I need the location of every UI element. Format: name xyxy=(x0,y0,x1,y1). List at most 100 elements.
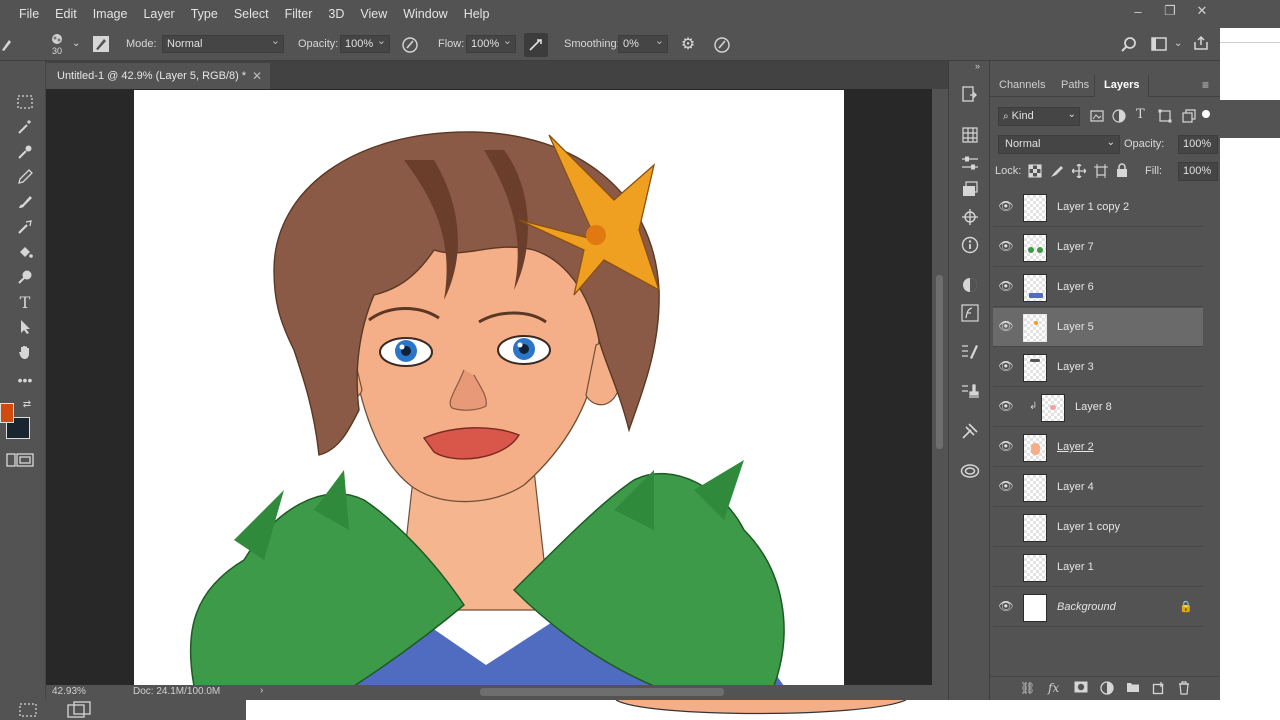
eye-icon[interactable]: 👁 xyxy=(998,439,1013,453)
layer-row-selected[interactable]: 👁 Layer 5 xyxy=(993,308,1203,347)
chevron-down-icon[interactable]: ⌄ xyxy=(1174,38,1182,49)
tool-presets-icon[interactable] xyxy=(960,421,980,441)
trash-icon[interactable] xyxy=(1178,681,1190,698)
artboard-icon[interactable] xyxy=(66,701,92,719)
airbrush-icon[interactable] xyxy=(524,33,548,57)
opacity-field[interactable]: 100% xyxy=(340,33,390,53)
menu-image[interactable]: Image xyxy=(85,0,136,28)
menu-type[interactable]: Type xyxy=(183,0,226,28)
layer-row[interactable]: 👁 Layer 1 copy 2 xyxy=(993,188,1203,227)
document-tab[interactable]: Untitled-1 @ 42.9% (Layer 5, RGB/8) * ✕ xyxy=(46,63,270,89)
link-icon[interactable]: ⛓ xyxy=(1020,681,1035,695)
menu-help[interactable]: Help xyxy=(456,0,498,28)
status-arrow-icon[interactable]: › xyxy=(260,685,263,696)
path-selection-icon[interactable] xyxy=(14,316,36,338)
layer-name[interactable]: Layer 1 copy 2 xyxy=(1057,201,1129,213)
mode-select[interactable]: Normal xyxy=(162,33,284,53)
blend-mode-select[interactable]: Normal ⌄ xyxy=(998,135,1120,154)
layer-name[interactable]: Layer 6 xyxy=(1057,281,1094,293)
adjustments-sliders-icon[interactable] xyxy=(960,153,980,173)
eye-icon[interactable]: 👁 xyxy=(998,359,1013,373)
lock-all-icon[interactable] xyxy=(1116,163,1130,177)
filter-shape-icon[interactable] xyxy=(1158,109,1172,123)
layer-name[interactable]: Background xyxy=(1057,601,1116,613)
eye-off-slot[interactable] xyxy=(999,520,1013,532)
lock-artboard-icon[interactable] xyxy=(1094,164,1108,178)
layer-row[interactable]: 👁 Background 🔒 xyxy=(993,588,1203,627)
brush-settings-panel-icon[interactable] xyxy=(960,341,980,361)
screen-mode-icon[interactable] xyxy=(14,449,36,471)
eye-icon[interactable]: 👁 xyxy=(998,279,1013,293)
filter-type-icon[interactable]: T xyxy=(1136,107,1145,122)
layer-row[interactable]: 👁 Layer 4 xyxy=(993,468,1203,507)
adjustment-icon[interactable] xyxy=(1100,681,1114,698)
fill-field[interactable]: 100% xyxy=(1178,162,1218,181)
close-window-button[interactable]: ✕ xyxy=(1186,0,1218,22)
eye-icon[interactable]: 👁 xyxy=(998,319,1013,333)
horizontal-scroll-thumb[interactable] xyxy=(480,688,724,696)
menu-view[interactable]: View xyxy=(352,0,395,28)
canvas-document[interactable] xyxy=(134,90,844,685)
libraries-icon[interactable] xyxy=(960,179,980,199)
layer-row[interactable]: 👁 Layer 7 xyxy=(993,228,1203,267)
minimize-button[interactable]: – xyxy=(1122,0,1154,22)
new-layer-icon[interactable] xyxy=(1152,681,1166,698)
tab-channels[interactable]: Channels xyxy=(990,75,1054,97)
eyedropper-icon[interactable] xyxy=(14,141,36,163)
restore-button[interactable]: ❐ xyxy=(1154,0,1186,22)
menu-window[interactable]: Window xyxy=(395,0,455,28)
vertical-scrollbar[interactable] xyxy=(932,89,948,685)
magic-wand-icon[interactable] xyxy=(14,116,36,138)
flow-field[interactable]: 100% xyxy=(466,33,516,53)
brush-preset-picker[interactable]: 30 xyxy=(46,30,68,58)
creative-cloud-icon[interactable] xyxy=(960,461,980,481)
pressure-size-icon[interactable] xyxy=(712,35,732,55)
layer-name[interactable]: Layer 5 xyxy=(1057,321,1094,333)
close-tab-icon[interactable]: ✕ xyxy=(252,63,262,89)
brush-settings-icon[interactable] xyxy=(92,35,110,53)
layer-row[interactable]: Layer 1 xyxy=(993,548,1203,587)
eye-icon[interactable]: 👁 xyxy=(998,599,1013,613)
eye-icon[interactable]: 👁 xyxy=(998,399,1013,413)
collapse-panels-icon[interactable]: » xyxy=(975,61,980,71)
layer-name[interactable]: Layer 1 xyxy=(1057,561,1094,573)
mask-icon[interactable] xyxy=(1074,681,1088,696)
layer-name[interactable]: Layer 8 xyxy=(1075,401,1112,413)
pressure-opacity-icon[interactable] xyxy=(400,35,420,55)
color-icon[interactable] xyxy=(960,275,980,295)
smoothing-field[interactable]: 0% xyxy=(618,33,668,53)
tab-layers[interactable]: Layers xyxy=(1094,75,1150,97)
panel-opacity-field[interactable]: 100% xyxy=(1178,135,1218,154)
workspace-icon[interactable] xyxy=(1150,35,1168,53)
type-tool-icon[interactable]: T xyxy=(14,291,36,313)
tab-paths[interactable]: Paths xyxy=(1052,75,1098,97)
gear-icon[interactable]: ⚙ xyxy=(678,34,698,54)
navigator-icon[interactable] xyxy=(960,207,980,227)
layer-name[interactable]: Layer 3 xyxy=(1057,361,1094,373)
swap-colors-icon[interactable]: ⇄ xyxy=(20,397,34,411)
fx-icon[interactable]: fx xyxy=(1048,681,1059,695)
canvas-workspace[interactable] xyxy=(46,89,932,685)
menu-layer[interactable]: Layer xyxy=(135,0,182,28)
filter-kind-select[interactable]: ⌕ Kind ⌄ xyxy=(998,107,1080,126)
folder-icon[interactable] xyxy=(1126,681,1140,696)
search-icon[interactable] xyxy=(1120,35,1138,53)
swatches-icon[interactable] xyxy=(960,125,980,145)
lock-transparency-icon[interactable] xyxy=(1028,164,1042,178)
layer-row[interactable]: Layer 1 copy xyxy=(993,508,1203,547)
zoom-level[interactable]: 42.93% xyxy=(52,686,86,697)
layer-name[interactable]: Layer 2 xyxy=(1057,441,1094,453)
vertical-scroll-thumb[interactable] xyxy=(936,275,943,449)
layer-name[interactable]: Layer 4 xyxy=(1057,481,1094,493)
lock-pixels-icon[interactable] xyxy=(1050,164,1064,178)
info-icon[interactable] xyxy=(960,235,980,255)
menu-filter[interactable]: Filter xyxy=(277,0,321,28)
menu-file[interactable]: File xyxy=(0,0,47,28)
marquee-tool-icon[interactable] xyxy=(14,91,36,113)
layer-row[interactable]: 👁 Layer 6 xyxy=(993,268,1203,307)
hand-tool-icon[interactable] xyxy=(14,341,36,363)
filter-pixel-icon[interactable] xyxy=(1090,109,1104,123)
eye-off-slot[interactable] xyxy=(999,560,1013,572)
chevron-down-icon[interactable]: ⌄ xyxy=(72,38,80,49)
dodge-tool-icon[interactable] xyxy=(14,266,36,288)
